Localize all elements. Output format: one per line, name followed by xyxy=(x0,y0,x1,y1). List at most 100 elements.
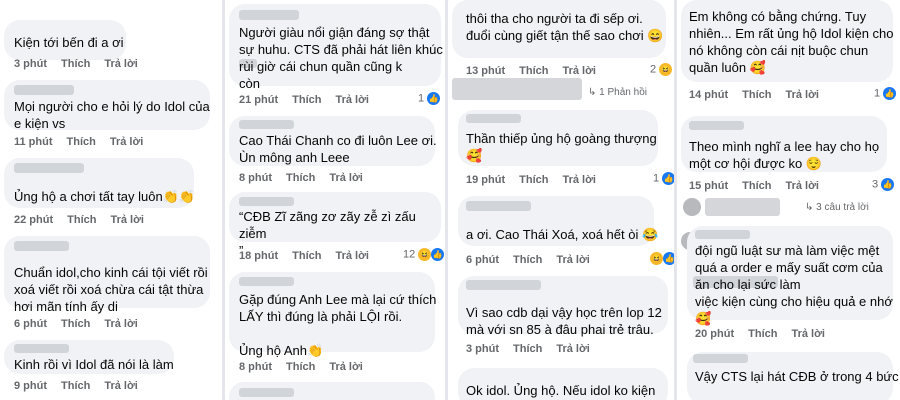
reply-button[interactable]: Trả lời xyxy=(110,136,144,148)
reply-button[interactable]: Trả lời xyxy=(785,180,819,192)
comment-actions: 14 phút Thích Trả lời xyxy=(689,89,833,101)
comment-actions: 18 phút Thích Trả lời xyxy=(239,250,383,262)
like-button[interactable]: Thích xyxy=(742,180,771,192)
comment-time[interactable]: 8 phút xyxy=(239,172,272,184)
reply-button[interactable]: Trả lời xyxy=(335,250,369,262)
view-replies-link[interactable]: ↳ 3 câu trả lời xyxy=(805,202,869,213)
comment-actions: 22 phút Thích Trả lời xyxy=(14,214,158,226)
reply-button[interactable]: Trả lời xyxy=(104,58,138,70)
comment-time[interactable]: 19 phút xyxy=(466,174,505,186)
like-button[interactable]: Thích xyxy=(61,380,90,392)
like-button[interactable]: Thích xyxy=(61,58,90,70)
comment-time[interactable]: 18 phút xyxy=(239,250,278,262)
comment-time[interactable]: 11 phút xyxy=(14,136,53,148)
comment-actions: 8 phút Thích Trả lời xyxy=(239,172,377,184)
reaction-count: 1 👍 xyxy=(653,172,674,185)
comment-text: Em không có bằng chứng. Tuy nhiên... Em … xyxy=(689,9,894,75)
reply-button[interactable]: Trả lời xyxy=(556,343,590,355)
comment-text: Kiện tới bến đi a ơi xyxy=(14,35,124,50)
comment-time[interactable]: 3 phút xyxy=(466,343,499,355)
comment-text: Cao Thái Chanh co đi luôn Lee ơi. Ùn môn… xyxy=(239,133,437,165)
comment-time[interactable]: 13 phút xyxy=(466,65,505,77)
comment-column-4: Em không có bằng chứng. Tuy nhiên... Em … xyxy=(677,0,900,400)
reply-button[interactable]: Trả lời xyxy=(329,361,363,373)
comment-text: thôi tha cho người ta đi sếp ơi. đuổi cù… xyxy=(466,11,664,43)
reply-button[interactable]: Trả lời xyxy=(791,328,825,340)
comment-actions: 8 phút Thích Trả lời xyxy=(239,361,377,373)
view-replies-link[interactable]: ↳ 1 Phản hồi xyxy=(588,87,647,98)
reaction-count: 2 😆 xyxy=(650,63,673,76)
like-reaction-icon: 👍 xyxy=(431,248,445,261)
comment-time[interactable]: 14 phút xyxy=(689,89,728,101)
commenter-name xyxy=(466,114,521,123)
comment-text: Chuẩn idol,cho kinh cái tội viết rồi xoá… xyxy=(14,265,208,314)
reply-button[interactable]: Trả lời xyxy=(556,254,590,266)
haha-reaction-icon: 😆 xyxy=(650,252,663,265)
like-reaction-icon: 👍 xyxy=(427,92,441,105)
commenter-name xyxy=(14,163,84,173)
haha-reaction-icon: 😆 xyxy=(418,248,432,261)
comment-time[interactable]: 21 phút xyxy=(239,94,278,106)
like-button[interactable]: Thích xyxy=(513,254,542,266)
like-button[interactable]: Thích xyxy=(67,136,96,148)
reply-button[interactable]: Trả lời xyxy=(110,214,144,226)
like-button[interactable]: Thích xyxy=(67,214,96,226)
reply-button[interactable]: Trả lời xyxy=(329,172,363,184)
reaction-count: 3 👍 xyxy=(872,178,895,191)
commenter-name xyxy=(689,121,744,130)
like-button[interactable]: Thích xyxy=(513,343,542,355)
comment-time[interactable]: 22 phút xyxy=(14,214,53,226)
comment-text: Người giàu nổi giận đáng sợ thật sự huhu… xyxy=(239,25,443,91)
commenter-name xyxy=(239,277,294,286)
reply-button[interactable]: Trả lời xyxy=(335,94,369,106)
like-button[interactable]: Thích xyxy=(292,250,321,262)
comment-actions: 6 phút Thích Trả lời xyxy=(466,254,604,266)
commenter-name xyxy=(239,120,294,129)
comment-column-1: Kiện tới bến đi a ơi 3 phút Thích Trả lời … xyxy=(0,0,222,400)
reaction-count: 1 👍 xyxy=(418,92,441,105)
like-reaction-icon: 👍 xyxy=(663,252,674,265)
comment-time[interactable]: 3 phút xyxy=(14,58,47,70)
comment-time[interactable]: 6 phút xyxy=(466,254,499,266)
like-reaction-icon: 👍 xyxy=(883,87,897,100)
reply-button[interactable]: Trả lời xyxy=(562,174,596,186)
reply-button[interactable]: Trả lời xyxy=(785,89,819,101)
comment-text: Gặp đúng Anh Lee mà lại cứ thích LẤY thì… xyxy=(239,292,437,358)
commenter-name xyxy=(239,197,294,206)
like-button[interactable]: Thích xyxy=(748,328,777,340)
comment-time[interactable]: 15 phút xyxy=(689,180,728,192)
comment-time[interactable]: 8 phút xyxy=(239,361,272,373)
comment-actions: 9 phút Thích Trả lời xyxy=(14,380,152,392)
comment-actions: 20 phút Thích Trả lời xyxy=(695,328,839,340)
like-button[interactable]: Thích xyxy=(519,174,548,186)
blurred-avatar-row xyxy=(452,78,582,100)
comment-actions: 11 phút Thích Trả lời xyxy=(14,136,157,148)
like-button[interactable]: Thích xyxy=(61,318,90,330)
reply-button[interactable]: Trả lời xyxy=(104,380,138,392)
comment-time[interactable]: 6 phút xyxy=(14,318,47,330)
comment-text: đội ngũ luật sư mà làm việc mệt quá a or… xyxy=(695,243,893,326)
commenter-name xyxy=(466,280,541,290)
like-button[interactable]: Thích xyxy=(286,361,315,373)
comment-column-2: Người giàu nổi giận đáng sợ thật sự huhu… xyxy=(225,0,445,400)
commenter-name xyxy=(14,241,69,251)
commenter-name xyxy=(14,85,74,95)
comment-time[interactable]: 20 phút xyxy=(695,328,734,340)
commenter-name xyxy=(695,230,750,239)
comment-time[interactable]: 9 phút xyxy=(14,380,47,392)
comment-actions: 3 phút Thích Trả lời xyxy=(466,343,604,355)
commenter-name xyxy=(239,10,299,20)
reply-button[interactable]: Trả lời xyxy=(562,65,596,77)
comment-text: Ủng hộ a chơi tất tay luôn👏👏 xyxy=(14,189,196,204)
comment-text: Thần thiếp ủng hộ goàng thượng 🥰 xyxy=(466,131,657,163)
like-button[interactable]: Thích xyxy=(519,65,548,77)
like-reaction-icon: 👍 xyxy=(881,178,895,191)
like-button[interactable]: Thích xyxy=(286,172,315,184)
comment-actions: 13 phút Thích Trả lời xyxy=(466,65,610,77)
like-button[interactable]: Thích xyxy=(742,89,771,101)
comment-text: Theo mình nghĩ a lee hay cho họ một cơ h… xyxy=(689,139,880,171)
like-button[interactable]: Thích xyxy=(292,94,321,106)
reply-button[interactable]: Trả lời xyxy=(104,318,138,330)
comment-actions: 6 phút Thích Trả lời xyxy=(14,318,152,330)
comment-text: Ok idol. Ủng hộ. Nếu idol ko kiện xyxy=(466,383,656,398)
